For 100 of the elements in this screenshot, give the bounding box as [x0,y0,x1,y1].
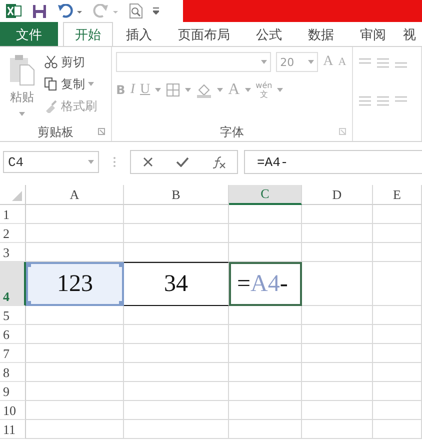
grid-cell[interactable] [373,224,422,243]
grid-cell[interactable] [302,382,373,401]
column-header[interactable]: C [229,185,302,205]
grid-cell[interactable] [124,382,229,401]
formula-field[interactable]: =A4- [244,150,422,174]
ribbon-tab[interactable]: 页面布局 [165,22,243,46]
grid-cell[interactable] [124,420,229,439]
redo-icon[interactable] [93,4,119,18]
grid-cell[interactable] [302,325,373,344]
scissors-icon[interactable] [44,55,58,69]
grid-cell[interactable] [302,224,373,243]
dropdown-arrow-icon[interactable] [308,60,314,64]
grid-cell[interactable] [373,401,422,420]
dropdown-arrow-icon[interactable] [244,88,251,92]
grid-cell[interactable] [229,401,302,420]
grid-cell[interactable] [124,224,229,243]
print-preview-icon[interactable] [129,3,143,19]
paste-button[interactable]: 粘贴 [4,51,40,123]
ribbon-tab[interactable]: 审阅 [347,22,399,46]
grid-cell[interactable] [229,363,302,382]
row-header[interactable]: 8 [0,363,26,382]
grid-cell[interactable] [302,344,373,363]
grid-cell[interactable] [124,344,229,363]
borders-icon[interactable] [166,83,180,97]
grid-cell[interactable] [124,325,229,344]
grid-cell[interactable] [373,325,422,344]
dropdown-arrow-icon[interactable] [185,88,192,92]
grid-cell[interactable] [229,205,302,224]
grid-cell[interactable] [26,382,124,401]
file-tab[interactable]: 文件 [0,22,58,46]
grid-cell[interactable] [26,325,124,344]
row-header[interactable]: 10 [0,401,26,420]
brush-icon[interactable] [44,99,58,113]
table-cell[interactable]: 34 [124,262,229,306]
grid-cell[interactable] [373,420,422,439]
grid-cell[interactable] [302,306,373,325]
grid-cell[interactable] [302,205,373,224]
insert-function-icon[interactable] [212,156,226,168]
cancel-icon[interactable] [142,157,152,167]
grid-cell[interactable] [302,363,373,382]
name-box[interactable]: C4 [3,151,99,173]
select-all-triangle-icon[interactable] [12,191,22,201]
grid-cell[interactable] [26,363,124,382]
table-cell[interactable]: 123 [26,262,124,306]
grid-cell[interactable] [26,205,124,224]
grid-cell[interactable] [229,224,302,243]
copy-button[interactable]: 复制 [44,75,97,93]
row-header[interactable]: 5 [0,306,26,325]
row-header[interactable]: 11 [0,420,26,439]
dropdown-arrow-icon[interactable] [19,112,25,116]
grid-cell[interactable] [302,420,373,439]
ribbon-tab[interactable]: 公式 [243,22,295,46]
grid-cell[interactable] [124,363,229,382]
grid-cell[interactable] [124,401,229,420]
clipboard-icon[interactable] [8,53,36,87]
copy-icon[interactable] [44,77,58,91]
row-header[interactable]: 2 [0,224,26,243]
grid-cell[interactable] [373,382,422,401]
font-name-field[interactable] [116,52,272,72]
grid-cell[interactable] [229,420,302,439]
grid-cell[interactable] [302,401,373,420]
enter-check-icon[interactable] [176,157,188,167]
grid-cell[interactable] [124,205,229,224]
grid-cell[interactable] [229,243,302,262]
row-header[interactable]: 6 [0,325,26,344]
grid-cell[interactable] [229,344,302,363]
dropdown-arrow-icon[interactable] [261,60,268,64]
column-header[interactable]: D [302,185,373,205]
grid-cell[interactable] [124,306,229,325]
dropdown-arrow-icon[interactable] [88,82,94,86]
row-header[interactable]: 1 [0,205,26,224]
row-header[interactable]: 7 [0,344,26,363]
ribbon-tab[interactable]: 开始 [63,22,113,46]
grid-cell[interactable] [373,205,422,224]
dropdown-arrow-icon[interactable] [217,88,224,92]
dropdown-arrow-icon[interactable] [277,88,284,92]
grid-cell[interactable] [302,262,373,306]
dropdown-arrow-icon[interactable] [155,88,162,92]
excel-logo-icon[interactable] [6,3,22,19]
paint-bucket-icon[interactable] [196,82,212,98]
grid-cell[interactable] [373,344,422,363]
table-cell[interactable]: =A4- [229,262,302,306]
grid-cell[interactable] [124,243,229,262]
grid-cell[interactable] [373,306,422,325]
grid-cell[interactable] [26,306,124,325]
grid-cell[interactable] [302,243,373,262]
grid-cell[interactable] [373,363,422,382]
grid-cell[interactable] [26,224,124,243]
grid-cell[interactable] [373,262,422,306]
dropdown-arrow-icon[interactable] [88,160,94,164]
grid-cell[interactable] [229,325,302,344]
column-header[interactable]: A [26,185,124,205]
row-header[interactable]: 4 [0,262,26,306]
grid-cell[interactable] [26,344,124,363]
grid-cell[interactable] [373,243,422,262]
ribbon-tab[interactable]: 数据 [295,22,347,46]
grid-cell[interactable] [229,306,302,325]
grid-cell[interactable] [26,401,124,420]
customize-toolbar-icon[interactable] [153,7,159,15]
row-header[interactable]: 9 [0,382,26,401]
